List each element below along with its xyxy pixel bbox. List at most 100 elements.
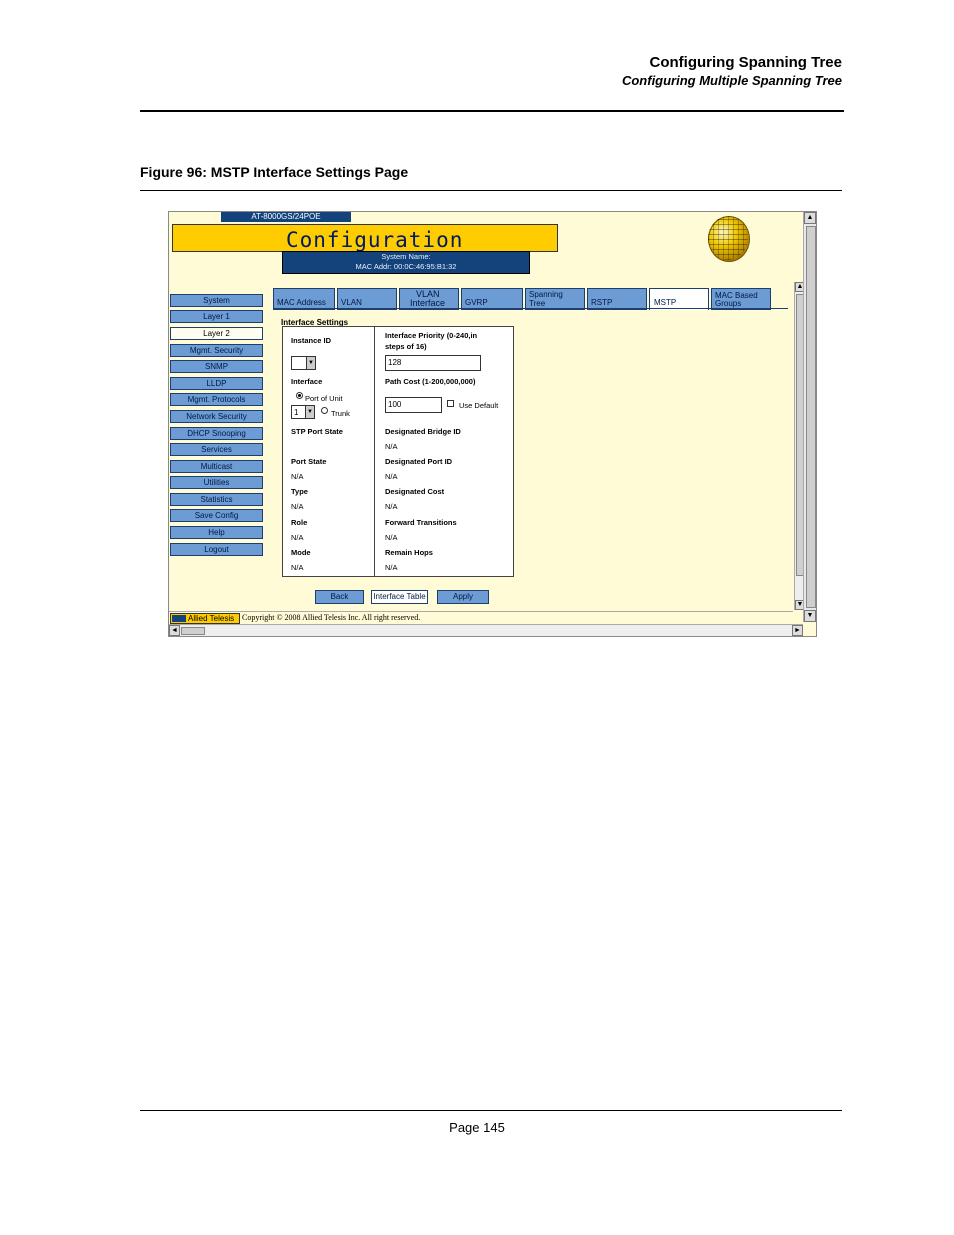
tab-label: MAC Address <box>277 298 326 307</box>
forward-transitions-label: Forward Transitions <box>385 518 457 527</box>
tab-gvrp[interactable]: GVRP <box>461 288 523 310</box>
figure-caption: Figure 96: MSTP Interface Settings Page <box>140 164 409 180</box>
tab-mac-address[interactable]: MAC Address <box>273 288 335 310</box>
use-default-label: Use Default <box>459 401 499 410</box>
system-name-label: System Name: <box>381 252 431 261</box>
menu-item-utilities[interactable]: Utilities <box>170 476 263 489</box>
port-state-label: Port State <box>291 457 327 466</box>
port-of-unit-radio[interactable] <box>296 392 303 399</box>
menu-item-services[interactable]: Services <box>170 443 263 456</box>
horizontal-scroll-thumb[interactable] <box>181 627 205 635</box>
browser-screenshot: AT-8000GS/24POE Configuration System Nam… <box>168 211 817 637</box>
panel-divider <box>374 326 375 576</box>
menu-item-system[interactable]: System <box>170 294 263 307</box>
menu-item-save-config[interactable]: Save Config <box>170 509 263 522</box>
menu-item-logout[interactable]: Logout <box>170 543 263 556</box>
menu-item-network-security[interactable]: Network Security <box>170 410 263 423</box>
path-cost-input[interactable]: 100 <box>385 397 442 413</box>
app-footer: Allied Telesis Copyright © 2008 Allied T… <box>169 611 793 624</box>
mac-address-label: MAC Addr: 00:0C:46:95:B1:32 <box>355 262 457 271</box>
tab-label: MSTP <box>654 298 677 307</box>
header-rule <box>140 110 844 112</box>
allied-telesis-logo: Allied Telesis <box>170 613 240 624</box>
model-label: AT-8000GS/24POE <box>221 212 351 222</box>
instance-id-label: Instance ID <box>291 336 332 345</box>
unit-value: 1 <box>294 408 299 417</box>
menu-item-snmp[interactable]: SNMP <box>170 360 263 373</box>
interface-priority-label-line2: steps of 16) <box>385 342 427 351</box>
menu-item-help[interactable]: Help <box>170 526 263 539</box>
page-number: Page 145 <box>449 1120 505 1135</box>
remain-hops-label: Remain Hops <box>385 548 433 557</box>
tab-spanning-tree[interactable]: Spanning Tree <box>525 288 585 310</box>
window-horizontal-scrollbar[interactable]: ◄ ► <box>169 624 803 636</box>
tab-vlan-interface[interactable]: VLAN Interface <box>399 288 459 310</box>
menu-item-lldp[interactable]: LLDP <box>170 377 263 390</box>
interface-label: Interface <box>291 377 323 386</box>
menu-item-multicast[interactable]: Multicast <box>170 460 263 473</box>
designated-bridge-id-label: Designated Bridge ID <box>385 427 461 436</box>
menu-item-dhcp-snooping[interactable]: DHCP Snooping <box>170 427 263 440</box>
tab-underline <box>273 308 788 309</box>
chevron-down-icon: ▼ <box>306 357 315 369</box>
menu-item-mgmt-security[interactable]: Mgmt. Security <box>170 344 263 357</box>
interface-priority-input[interactable]: 128 <box>385 355 481 371</box>
tab-label: RSTP <box>591 298 613 307</box>
configuration-banner: Configuration <box>172 224 558 252</box>
forward-transitions-value: N/A <box>385 533 398 542</box>
tab-rstp[interactable]: RSTP <box>587 288 647 310</box>
vertical-scroll-thumb[interactable] <box>806 226 816 608</box>
chevron-down-icon: ▼ <box>305 406 314 418</box>
menu-item-layer-2[interactable]: Layer 2 <box>170 327 263 340</box>
unit-select[interactable]: 1 ▼ <box>291 405 315 419</box>
use-default-checkbox[interactable] <box>447 400 454 407</box>
banner-title: Configuration <box>286 228 464 252</box>
logo-mark-icon <box>172 615 186 622</box>
caption-rule <box>140 190 842 191</box>
window-vertical-scrollbar[interactable]: ▲ ▼ <box>803 212 816 622</box>
logo-text: Allied Telesis <box>188 614 235 623</box>
port-of-unit-label: Port of Unit <box>305 394 343 403</box>
back-button[interactable]: Back <box>315 590 364 604</box>
apply-button[interactable]: Apply <box>437 590 489 604</box>
tab-mstp[interactable]: MSTP <box>649 288 709 310</box>
chapter-title: Configuring Spanning Tree <box>649 54 843 71</box>
tab-label-line2: Tree <box>529 299 546 308</box>
system-info-box: System Name: MAC Addr: 00:0C:46:95:B1:32 <box>282 251 530 274</box>
menu-item-mgmt-protocols[interactable]: Mgmt. Protocols <box>170 393 263 406</box>
trunk-radio[interactable] <box>321 407 328 414</box>
interface-table-button[interactable]: Interface Table <box>371 590 428 604</box>
scroll-down-icon[interactable]: ▼ <box>804 610 816 622</box>
stp-port-state-label: STP Port State <box>291 427 343 436</box>
tab-label: GVRP <box>465 298 488 307</box>
tab-label: VLAN <box>341 298 362 307</box>
path-cost-label: Path Cost (1-200,000,000) <box>385 377 476 386</box>
designated-bridge-id-value: N/A <box>385 442 398 451</box>
interface-priority-label: Interface Priority (0-240,in <box>385 331 478 340</box>
type-label: Type <box>291 487 308 496</box>
footer-rule <box>140 1110 842 1111</box>
menu-item-statistics[interactable]: Statistics <box>170 493 263 506</box>
designated-port-id-label: Designated Port ID <box>385 457 453 466</box>
remain-hops-value: N/A <box>385 563 398 572</box>
role-value: N/A <box>291 533 304 542</box>
trunk-label: Trunk <box>331 409 350 418</box>
mode-label: Mode <box>291 548 311 557</box>
tab-label-line2: Interface <box>410 298 446 308</box>
scroll-left-icon[interactable]: ◄ <box>169 625 180 636</box>
type-value: N/A <box>291 502 304 511</box>
section-title: Configuring Multiple Spanning Tree <box>621 73 842 88</box>
copyright-text: Copyright © 2008 Allied Telesis Inc. All… <box>242 613 421 622</box>
tab-vlan[interactable]: VLAN <box>337 288 397 310</box>
tab-mac-based-groups[interactable]: MAC Based Groups <box>711 288 771 310</box>
scroll-up-icon[interactable]: ▲ <box>804 212 816 224</box>
designated-cost-value: N/A <box>385 502 398 511</box>
menu-item-layer-1[interactable]: Layer 1 <box>170 310 263 323</box>
tab-label: Spanning <box>529 290 563 299</box>
globe-grid <box>708 216 748 260</box>
scroll-right-icon[interactable]: ► <box>792 625 803 636</box>
instance-id-select[interactable]: ▼ <box>291 356 316 370</box>
designated-port-id-value: N/A <box>385 472 398 481</box>
role-label: Role <box>291 518 308 527</box>
designated-cost-label: Designated Cost <box>385 487 445 496</box>
